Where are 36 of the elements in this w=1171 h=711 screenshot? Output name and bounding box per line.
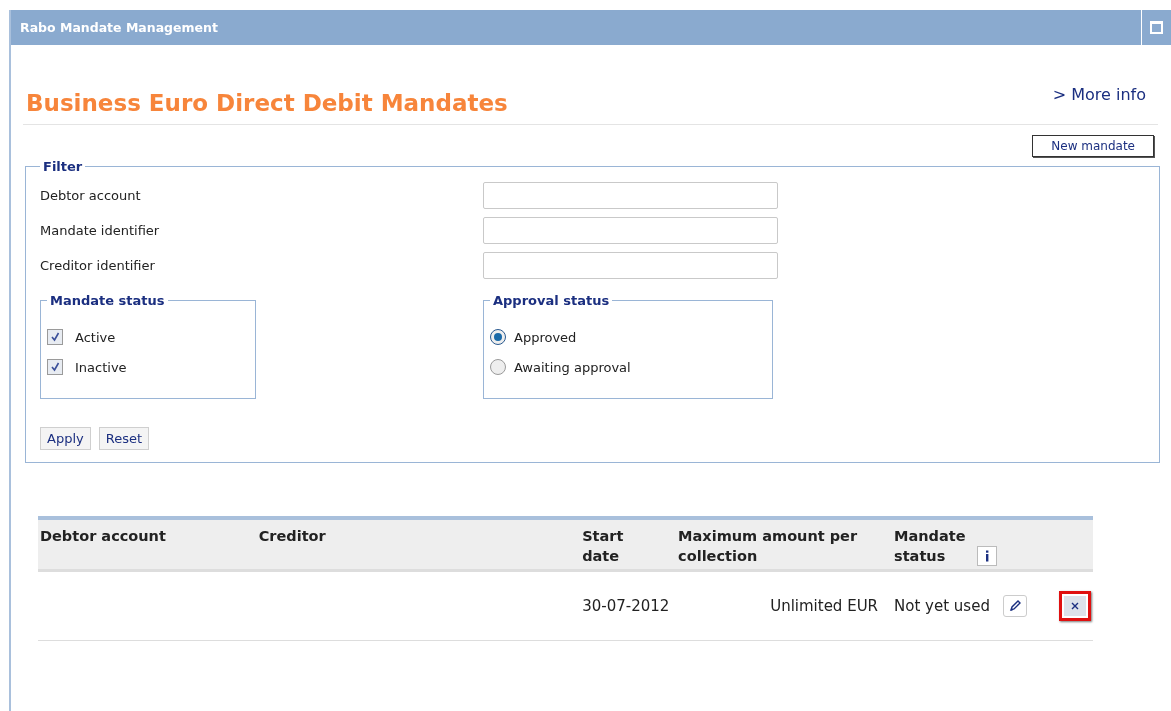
input-field[interactable]	[483, 252, 778, 279]
field-label: Debtor account	[40, 188, 142, 203]
filter-legend: Filter	[40, 159, 86, 174]
new-mandate-button[interactable]: New mandate	[1032, 135, 1154, 157]
field-label: Creditor identifier	[40, 258, 156, 273]
table-cell: 30-07-2012	[582, 597, 670, 615]
radio-button[interactable]	[490, 359, 506, 375]
column-header: Debtor account	[40, 527, 166, 546]
edit-button[interactable]	[1003, 595, 1028, 617]
checkbox[interactable]	[47, 329, 63, 345]
info-icon[interactable]	[977, 546, 998, 566]
window-title: Rabo Mandate Management	[19, 20, 218, 35]
option-label: Awaiting approval	[514, 359, 631, 375]
column-header: Maximum amount per collection	[678, 527, 859, 566]
radio-button[interactable]	[490, 329, 506, 345]
option-label: Approved	[514, 329, 577, 345]
column-header: Start date	[582, 527, 625, 566]
page-heading: Business Euro Direct Debit Mandates	[26, 90, 508, 116]
checkbox[interactable]	[47, 359, 63, 375]
column-header: Creditor	[258, 527, 326, 546]
option-label: Inactive	[75, 359, 127, 375]
filter-button[interactable]: Apply	[40, 427, 91, 450]
group-legend: Approval status	[490, 293, 613, 308]
input-field[interactable]	[483, 217, 778, 244]
pencil-icon	[1008, 599, 1023, 613]
column-header: Mandate status	[894, 527, 967, 566]
group-legend: Mandate status	[47, 293, 168, 308]
filter-button[interactable]: Reset	[98, 427, 150, 450]
close-icon	[1071, 602, 1079, 610]
field-label: Mandate identifier	[40, 223, 161, 238]
table-cell: Not yet used	[894, 597, 990, 615]
table-cell: Unlimited EUR	[770, 597, 879, 615]
delete-button[interactable]	[1059, 591, 1091, 621]
input-field[interactable]	[483, 182, 778, 209]
more-info-link[interactable]: > More info	[1052, 85, 1146, 104]
option-label: Active	[75, 329, 116, 345]
